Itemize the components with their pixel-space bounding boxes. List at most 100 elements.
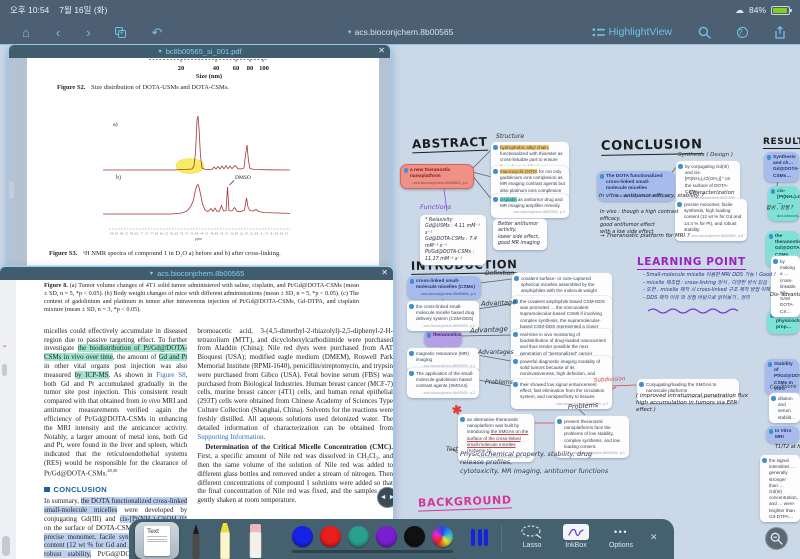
pdf-window-article[interactable]: ▼ acs.bioconjchem.8b00565 ✕ ≡ Figure 8. … bbox=[0, 267, 393, 559]
learning-point-list: - Small-molecule micelle 이용한 MRI DDS 가능 … bbox=[643, 272, 776, 301]
search-icon bbox=[698, 26, 711, 39]
home-button[interactable]: ⌂ bbox=[22, 26, 30, 39]
pdf-page-si: 20 40 60 80 100 Size (nm) Figure S2. Siz… bbox=[9, 58, 390, 269]
color-swatch[interactable] bbox=[376, 526, 397, 547]
figure-s2-caption-label: Figure S2. bbox=[57, 84, 86, 91]
note-pill[interactable]: theranostics - p.1 bbox=[424, 330, 462, 348]
inkbox-label: InkBox bbox=[565, 542, 587, 549]
section-square-icon bbox=[44, 486, 50, 493]
note-bubble[interactable]: the signal intensities … generally stron… bbox=[760, 455, 800, 522]
note-handwriting: 합성 , 장점 ? bbox=[766, 205, 794, 211]
windows-add-icon[interactable]: + bbox=[114, 26, 126, 38]
figure-s3-caption: ¹H NMR spectra of compound 1 in D₂O a) b… bbox=[83, 250, 281, 257]
window-title-bar[interactable]: ▼ bc8b00565_si_001.pdf ✕ bbox=[9, 45, 390, 58]
note-handwriting: Problems bbox=[567, 400, 599, 412]
note-handwriting: Advantages bbox=[478, 349, 514, 356]
cloud-status-icon: ☁ bbox=[734, 4, 744, 15]
window-resize-handle[interactable]: ◄ ► bbox=[377, 487, 393, 508]
options-button[interactable]: ••• Options bbox=[600, 524, 642, 549]
help-button[interactable]: ? bbox=[737, 26, 748, 38]
toolbar-close-icon[interactable]: ✕ bbox=[650, 532, 658, 543]
magnifier-icon bbox=[770, 532, 783, 545]
color-swatch[interactable] bbox=[432, 526, 453, 547]
pen-toolbar: Text Lasso InkBox ••• Options ✕ bbox=[129, 519, 674, 559]
close-icon[interactable]: ✕ bbox=[378, 46, 385, 55]
color-swatch[interactable] bbox=[292, 526, 313, 547]
share-icon bbox=[775, 25, 785, 39]
note-handwriting: Advantage bbox=[469, 325, 509, 335]
date: 7월 16일 (화) bbox=[59, 5, 108, 15]
s2-tick: 60 bbox=[233, 65, 240, 72]
pen-tool-icon[interactable] bbox=[188, 523, 204, 559]
eraser-tool-icon[interactable] bbox=[248, 524, 263, 558]
options-dots-icon: ••• bbox=[614, 527, 628, 537]
yellow-highlight-blob bbox=[175, 158, 205, 174]
s2-tick: 20 bbox=[178, 65, 185, 72]
inkbox-tool-button[interactable]: InkBox bbox=[556, 524, 596, 549]
spectrum-b-label: b) bbox=[116, 174, 121, 181]
zoom-button[interactable] bbox=[765, 527, 788, 550]
share-button[interactable] bbox=[774, 25, 786, 39]
note-handwriting: ( improved intratumoral penetration flux… bbox=[636, 393, 748, 414]
note-bubble[interactable]: * Relaxivity Gd@USMs : 4.11 mM⁻¹ s⁻¹ Gd@DO… bbox=[420, 215, 486, 266]
note-bubble[interactable]: cisplatin as antitumor drug and MR imagi… bbox=[491, 194, 569, 218]
highlighter-tool-icon[interactable] bbox=[216, 523, 234, 559]
battery-icon bbox=[771, 5, 792, 15]
note-bubble[interactable]: Better antitumor activity, lower side eff… bbox=[493, 219, 547, 250]
back-button[interactable]: ‹ bbox=[56, 26, 60, 39]
search-button[interactable] bbox=[698, 26, 711, 39]
lasso-icon bbox=[521, 525, 542, 539]
text-tool-icon: Text bbox=[144, 525, 170, 556]
note-heading: RESULT AND bbox=[763, 137, 800, 149]
note-handwriting: T1/T2 at high field … bbox=[775, 444, 800, 450]
clock: 오후 10:54 bbox=[10, 5, 50, 15]
annotation-marker-red[interactable]: ≡ bbox=[3, 344, 6, 350]
stroke-width-icon[interactable] bbox=[471, 529, 488, 546]
note-handwriting: In vitro : antitumor efficacy, stability… bbox=[599, 193, 704, 199]
conclusion-heading: CONCLUSION bbox=[44, 485, 187, 494]
lasso-tool-button[interactable]: Lasso bbox=[512, 524, 552, 549]
color-swatch[interactable] bbox=[348, 526, 369, 547]
palette-underline bbox=[292, 550, 453, 553]
note-handwriting: Physicochemical property, stability, dru… bbox=[460, 450, 609, 475]
color-swatch[interactable] bbox=[320, 526, 341, 547]
note-heading: BACKGROUND bbox=[417, 493, 512, 512]
lasso-label: Lasso bbox=[522, 542, 542, 549]
paragraph: micelles could effectively accumulate in… bbox=[44, 326, 188, 478]
color-swatch[interactable] bbox=[404, 526, 425, 547]
highlight-view-label: HighlightView bbox=[608, 26, 672, 38]
window-side-handle[interactable] bbox=[9, 181, 14, 199]
note-bubble[interactable]: The application of the small-molecule ga… bbox=[407, 368, 479, 398]
forward-button[interactable]: › bbox=[86, 26, 90, 39]
note-handwriting: Definition bbox=[485, 270, 515, 277]
paragraph: Determination of the Critical Micelle Co… bbox=[197, 443, 393, 505]
close-icon[interactable]: ✕ bbox=[381, 268, 388, 277]
color-palette bbox=[292, 526, 453, 547]
spectrum-a-label: a) bbox=[113, 121, 118, 128]
note-bubble[interactable]: the cross-linked small-molecule micelle … bbox=[407, 301, 479, 331]
figure8-caption: Figure 8. (a) Tumor volume changes of 4T… bbox=[44, 282, 360, 313]
annotation-handle[interactable] bbox=[2, 364, 7, 376]
window-title: bc8b00565_si_001.pdf bbox=[165, 47, 242, 56]
s2-axis-label: Size (nm) bbox=[196, 73, 222, 80]
dropdown-icon: ▼ bbox=[148, 270, 155, 277]
note-bubble[interactable]: dilution and serum stabilit… bbox=[769, 393, 800, 423]
figure-s2-caption: Size distribution of DOTA-USMs and DOTA-… bbox=[91, 84, 229, 91]
note-pill[interactable]: Synthesis and ch… Gd@DOTA-CSMs… bbox=[764, 152, 799, 182]
pdf-page-article: ≡ Figure 8. (a) Tumor volume changes of … bbox=[0, 280, 393, 559]
note-pill[interactable]: a new theranostic nanoplatform - acs.bioc… bbox=[400, 164, 474, 190]
note-handwriting: Test bbox=[446, 446, 459, 453]
note-pill[interactable]: cis-[Pt(NH₃)₂Cl(OH₂)]⁺ …- acs.bioconj… bbox=[768, 186, 800, 221]
highlight-view-button[interactable]: HighlightView bbox=[592, 26, 672, 38]
star-doodle: ✱ bbox=[450, 402, 464, 418]
pdf-window-supporting-info[interactable]: ▼ bc8b00565_si_001.pdf ✕ 20 40 60 80 100… bbox=[9, 45, 390, 269]
note-pill[interactable]: cross-linked small-molecule micelles (CS… bbox=[407, 276, 481, 300]
figure8-caption-label: Figure 8. bbox=[44, 282, 68, 289]
window-title-bar[interactable]: ▼ acs.bioconjchem.8b00565 ✕ bbox=[0, 267, 393, 280]
note-pill[interactable]: In Vitro MRI bbox=[766, 426, 799, 444]
note-handwriting: In vivo : though a high contrast efficac… bbox=[600, 209, 679, 235]
text-tool-button[interactable]: Text bbox=[135, 522, 179, 559]
annotation-handle[interactable] bbox=[2, 536, 10, 556]
window-title: acs.bioconjchem.8b00565 bbox=[157, 269, 245, 278]
undo-button[interactable]: ↶ bbox=[152, 26, 163, 39]
